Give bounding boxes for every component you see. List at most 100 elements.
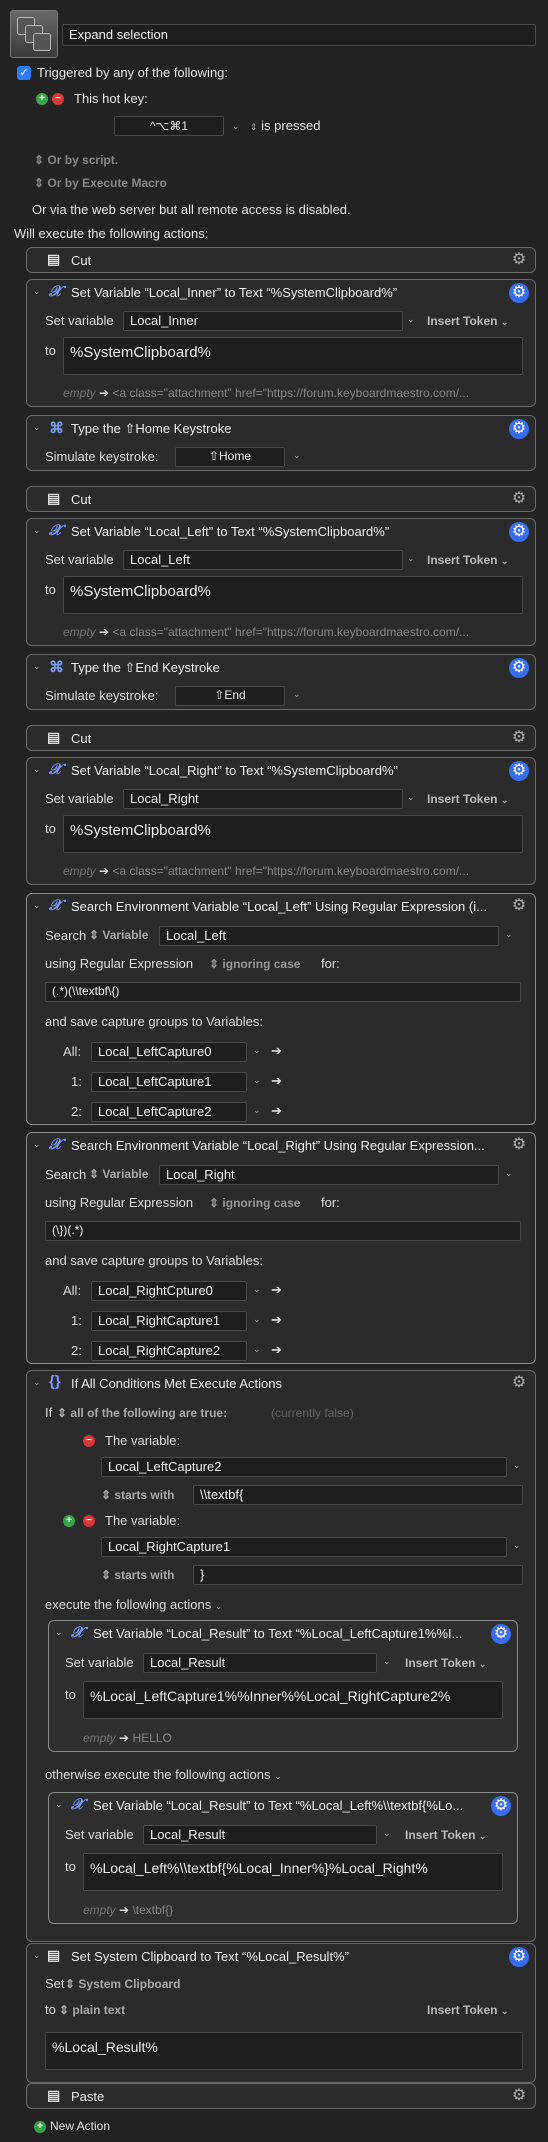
action-type-end-keystroke[interactable]: ⌄ ⌘ Type the ⇧End Keystroke ⚙ Simulate k… (26, 654, 536, 710)
by-execute-toggle[interactable]: ⇕ Or by Execute Macro (34, 176, 167, 190)
text-value-field[interactable]: %Local_LeftCapture1%%Inner%%Local_RightC… (83, 1681, 503, 1719)
chevron-down-icon[interactable]: ⌄ (513, 1540, 521, 1551)
chevron-down-icon[interactable]: ⌄ (253, 1045, 261, 1056)
macro-name-field[interactable]: Expand selection (62, 24, 536, 46)
chevron-down-icon[interactable]: ⌄ (33, 764, 41, 775)
capture-1-field[interactable]: Local_RightCapture1 (91, 1311, 247, 1331)
chevron-down-icon[interactable]: ⌄ (33, 525, 41, 536)
clipboard-select[interactable]: ⇕ System Clipboard (65, 1977, 180, 1991)
chevron-down-icon[interactable]: ⌄ (33, 900, 41, 911)
action-type-home-keystroke[interactable]: ⌄ ⌘ Type the ⇧Home Keystroke ⚙ Simulate … (26, 415, 536, 471)
variable-name-field[interactable]: Local_Right (123, 789, 403, 809)
chevron-down-icon[interactable]: ⌄ (253, 1344, 261, 1355)
insert-token-button[interactable]: Insert Token ⌄ (427, 792, 508, 806)
chevron-down-icon[interactable]: ⌄ (33, 1950, 41, 1961)
chevron-down-icon[interactable]: ⌄ (253, 1075, 261, 1086)
capture-2-field[interactable]: Local_LeftCapture2 (91, 1102, 247, 1122)
hotkey-field[interactable]: ^⌥⌘1 (114, 116, 224, 136)
chevron-down-icon[interactable]: ⌄ (33, 1377, 41, 1388)
chevron-down-icon[interactable]: ⌄ (33, 1139, 41, 1150)
hotkey-chevron-icon[interactable]: ⌄ (232, 121, 240, 132)
keystroke-field[interactable]: ⇧Home (175, 447, 285, 467)
source-type-select[interactable]: ⇕ Variable (89, 1167, 148, 1181)
action-search-local-right[interactable]: ⌄ 𝒳 Search Environment Variable “Local_R… (26, 1132, 536, 1364)
chevron-down-icon[interactable]: ⌄ (513, 1460, 521, 1471)
chevron-down-icon[interactable]: ⌄ (33, 661, 41, 672)
triggered-checkbox[interactable]: ✓ (17, 66, 31, 80)
capture-1-field[interactable]: Local_LeftCapture1 (91, 1072, 247, 1092)
variable-name-field[interactable]: Local_Left (123, 550, 403, 570)
capture-2-field[interactable]: Local_RightCapture2 (91, 1341, 247, 1361)
text-value-field[interactable]: %SystemClipboard% (63, 576, 523, 614)
gear-icon[interactable]: ⚙ (509, 658, 529, 678)
otherwise-label[interactable]: otherwise execute the following actions … (45, 1767, 282, 1782)
chevron-down-icon[interactable]: ⌄ (293, 450, 301, 461)
text-value-field[interactable]: %Local_Left%\\textbf{%Local_Inner%}%Loca… (83, 1853, 503, 1891)
regex-field[interactable]: (\})(.*) (45, 1221, 521, 1241)
gear-icon[interactable]: ⚙ (509, 419, 529, 439)
keystroke-field[interactable]: ⇧End (175, 686, 285, 706)
gear-icon[interactable]: ⚙ (509, 761, 529, 781)
gear-icon[interactable]: ⚙ (509, 1135, 529, 1155)
search-variable-field[interactable]: Local_Left (159, 926, 499, 946)
condition-1-value-field[interactable]: \\textbf{ (193, 1485, 523, 1505)
chevron-down-icon[interactable]: ⌄ (505, 929, 513, 940)
chevron-down-icon[interactable]: ⌄ (253, 1314, 261, 1325)
add-trigger-icon[interactable]: + (36, 93, 48, 105)
condition-2-variable-field[interactable]: Local_RightCapture1 (101, 1537, 507, 1557)
clipboard-text-field[interactable]: %Local_Result% (45, 2032, 523, 2070)
text-value-field[interactable]: %SystemClipboard% (63, 337, 523, 375)
variable-name-field[interactable]: Local_Result (143, 1653, 377, 1673)
new-action-plus-icon[interactable]: + (34, 2121, 46, 2133)
chevron-down-icon[interactable]: ⌄ (55, 1799, 63, 1810)
text-value-field[interactable]: %SystemClipboard% (63, 815, 523, 853)
chevron-down-icon[interactable]: ⌄ (33, 286, 41, 297)
case-select[interactable]: ⇕ ignoring case (209, 957, 300, 971)
capture-all-field[interactable]: Local_RightCpture0 (91, 1281, 247, 1301)
gear-icon[interactable]: ⚙ (509, 896, 529, 916)
chevron-down-icon[interactable]: ⌄ (407, 553, 415, 564)
chevron-down-icon[interactable]: ⌄ (505, 1168, 513, 1179)
gear-icon[interactable]: ⚙ (491, 1624, 511, 1644)
new-action-button[interactable]: New Action (50, 2119, 110, 2133)
gear-icon[interactable]: ⚙ (509, 2086, 529, 2106)
gear-icon[interactable]: ⚙ (509, 283, 529, 303)
remove-condition-icon[interactable]: − (83, 1515, 95, 1527)
condition-2-operator-select[interactable]: ⇕ starts with (101, 1568, 174, 1582)
condition-1-operator-select[interactable]: ⇕ starts with (101, 1488, 174, 1502)
condition-mode-select[interactable]: ⇕ all of the following are true: (57, 1406, 227, 1420)
insert-token-button[interactable]: Insert Token ⌄ (405, 1828, 486, 1842)
condition-1-variable-field[interactable]: Local_LeftCapture2 (101, 1457, 507, 1477)
action-paste[interactable]: ▤ Paste ⚙ (26, 2083, 536, 2109)
condition-2-value-field[interactable]: } (193, 1565, 523, 1585)
remove-condition-icon[interactable]: − (83, 1435, 95, 1447)
gear-icon[interactable]: ⚙ (509, 1947, 529, 1967)
chevron-down-icon[interactable]: ⌄ (407, 314, 415, 325)
chevron-down-icon[interactable]: ⌄ (407, 792, 415, 803)
gear-icon[interactable]: ⚙ (509, 522, 529, 542)
chevron-down-icon[interactable]: ⌄ (383, 1656, 391, 1667)
case-select[interactable]: ⇕ ignoring case (209, 1196, 300, 1210)
capture-all-field[interactable]: Local_LeftCapture0 (91, 1042, 247, 1062)
remove-trigger-icon[interactable]: − (52, 93, 64, 105)
chevron-down-icon[interactable]: ⌄ (55, 1627, 63, 1638)
execute-following-label[interactable]: execute the following actions ⌄ (45, 1597, 222, 1612)
insert-token-button[interactable]: Insert Token ⌄ (405, 1656, 486, 1670)
action-set-system-clipboard[interactable]: ⌄ ▤ Set System Clipboard to Text “%Local… (26, 1943, 536, 2083)
insert-token-button[interactable]: Insert Token ⌄ (427, 2003, 508, 2017)
action-cut-2[interactable]: ▤ Cut ⚙ (26, 486, 536, 512)
gear-icon[interactable]: ⚙ (509, 489, 529, 509)
variable-name-field[interactable]: Local_Inner (123, 311, 403, 331)
gear-icon[interactable]: ⚙ (509, 1373, 529, 1393)
insert-token-button[interactable]: Insert Token ⌄ (427, 553, 508, 567)
by-script-toggle[interactable]: ⇕ Or by script. (34, 153, 118, 167)
gear-icon[interactable]: ⚙ (491, 1796, 511, 1816)
gear-icon[interactable]: ⚙ (509, 728, 529, 748)
action-set-local-inner[interactable]: ⌄ 𝒳 Set Variable “Local_Inner” to Text “… (26, 279, 536, 407)
chevron-down-icon[interactable]: ⌄ (33, 422, 41, 433)
search-variable-field[interactable]: Local_Right (159, 1165, 499, 1185)
regex-field[interactable]: (.*)(\\textbf\{) (45, 982, 521, 1002)
action-set-local-right[interactable]: ⌄ 𝒳 Set Variable “Local_Right” to Text “… (26, 757, 536, 885)
source-type-select[interactable]: ⇕ Variable (89, 928, 148, 942)
action-set-local-result-then[interactable]: ⌄ 𝒳 Set Variable “Local_Result” to Text … (48, 1620, 518, 1752)
